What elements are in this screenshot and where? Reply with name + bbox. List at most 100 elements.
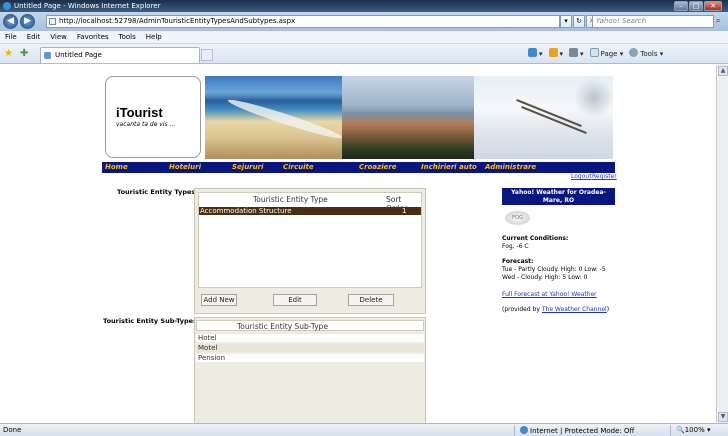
search-input[interactable]: Yahoo! Search xyxy=(592,15,714,28)
menu-favorites[interactable]: Favorites xyxy=(72,31,114,43)
weather-channel-link[interactable]: The Weather Channel xyxy=(542,306,607,313)
page-content: iTourist vacanta ta de vis ... Home Hote… xyxy=(0,65,716,423)
logo-title: iTourist xyxy=(116,105,163,120)
search-icon[interactable]: ⌕ xyxy=(716,15,726,28)
page-menu-icon xyxy=(589,48,599,57)
types-row-order: 1 xyxy=(402,207,407,215)
weather-current-label: Current Conditions: xyxy=(502,235,569,242)
header-image-snow xyxy=(474,76,613,159)
maximize-button[interactable]: □ xyxy=(689,1,703,11)
site-nav-bar: Home Hoteluri Sejururi Circuite Croazier… xyxy=(102,162,615,173)
tab-label: Untitled Page xyxy=(55,51,102,59)
subtypes-col-header: Touristic Entity Sub-Type xyxy=(237,322,329,331)
nav-administrare[interactable]: Administrare xyxy=(485,162,575,173)
back-button[interactable]: ◀ xyxy=(3,14,18,29)
site-logo[interactable]: iTourist vacanta ta de vis ... xyxy=(105,76,201,158)
subtypes-table: Touristic Entity Sub-Type Hotel Motel Pe… xyxy=(196,320,424,420)
subtype-row[interactable]: Motel xyxy=(196,344,424,352)
register-link[interactable]: Register xyxy=(592,173,617,180)
print-button[interactable]: ▾ xyxy=(569,48,584,58)
types-col-type-header: Touristic Entity Type xyxy=(253,195,328,204)
subtype-row[interactable]: Hotel xyxy=(196,334,424,342)
nav-croaziere[interactable]: Croaziere xyxy=(359,162,421,173)
ie-icon xyxy=(3,2,11,10)
full-forecast-link[interactable]: Full Forecast at Yahoo! Weather xyxy=(502,291,597,298)
vertical-scrollbar[interactable]: ▲ ▼ xyxy=(716,65,728,423)
menu-view[interactable]: View xyxy=(45,31,72,43)
tab-untitled-page[interactable]: Untitled Page xyxy=(40,47,200,63)
status-text: Done xyxy=(3,426,22,434)
command-row: ★ ✚ Untitled Page ▾ ▾ ▾ Page ▾ Tools ▾ xyxy=(0,44,728,64)
zoom-value: 100% xyxy=(684,426,705,434)
subtype-row-label: Hotel xyxy=(198,334,217,342)
weather-current-value: Fog, -6 C xyxy=(502,243,529,250)
forward-button[interactable]: ▶ xyxy=(20,14,35,29)
tab-page-icon xyxy=(44,52,51,59)
menu-help[interactable]: Help xyxy=(141,31,167,43)
menu-tools[interactable]: Tools xyxy=(114,31,141,43)
nav-inchirieri-auto[interactable]: Inchirieri auto xyxy=(421,162,485,173)
address-input[interactable]: http://localhost:52798/AdminTouristicEnt… xyxy=(46,15,560,28)
types-row-type: Accommodation Structure xyxy=(200,207,292,215)
close-button[interactable]: ✕ xyxy=(704,1,722,11)
types-panel: Touristic Entity Type Sort Order Accommo… xyxy=(194,188,426,314)
feeds-button[interactable]: ▾ xyxy=(548,48,563,58)
header-image-mountains xyxy=(342,76,474,159)
logout-link[interactable]: Logout xyxy=(571,173,592,180)
page-icon xyxy=(49,18,56,25)
scroll-down-button[interactable]: ▼ xyxy=(718,412,728,422)
new-tab-button[interactable] xyxy=(201,49,213,61)
delete-button[interactable]: Delete xyxy=(348,294,394,306)
cloud-icon: FOG xyxy=(505,211,530,225)
page-menu-button[interactable]: Page ▾ xyxy=(589,48,624,58)
zoom-level[interactable]: 🔍100% ▾ xyxy=(676,426,710,434)
status-bar: Done Internet | Protected Mode: Off 🔍100… xyxy=(0,423,728,436)
scroll-up-button[interactable]: ▲ xyxy=(718,66,728,76)
feeds-icon xyxy=(548,48,558,57)
zoom-icon: 🔍 xyxy=(676,426,685,434)
address-dropdown-button[interactable]: ▾ xyxy=(560,15,572,28)
edit-button[interactable]: Edit xyxy=(273,294,317,306)
weather-forecast-2: Wed - Cloudy. High: 5 Low: 0 xyxy=(502,274,588,281)
nav-circuite[interactable]: Circuite xyxy=(283,162,359,173)
tools-menu-label: Tools ▾ xyxy=(640,50,664,58)
types-table: Touristic Entity Type Sort Order Accommo… xyxy=(198,192,422,288)
globe-icon xyxy=(520,426,528,434)
provided-prefix: (provided by xyxy=(502,306,542,313)
gear-icon xyxy=(629,48,639,57)
title-bar: Untitled Page - Windows Internet Explore… xyxy=(0,0,728,12)
weather-forecast-label: Forecast: xyxy=(502,258,534,265)
subtypes-header: Touristic Entity Sub-Type xyxy=(196,320,424,331)
add-favorites-icon[interactable]: ✚ xyxy=(20,48,28,59)
header-image-beach xyxy=(205,76,342,159)
weather-forecast-1: Tue - Partly Cloudy. High: 0 Low: -5 xyxy=(502,266,606,273)
add-new-button[interactable]: Add New xyxy=(201,294,237,306)
menu-edit[interactable]: Edit xyxy=(22,31,46,43)
subtype-row-label: Motel xyxy=(198,344,218,352)
address-row: ◀ ▶ http://localhost:52798/AdminTouristi… xyxy=(0,12,728,31)
logo-subtitle: vacanta ta de vis ... xyxy=(116,121,176,128)
weather-provided-by: (provided by The Weather Channel) xyxy=(502,306,609,313)
subtype-row-label: Pension xyxy=(198,354,226,362)
refresh-button[interactable]: ↻ xyxy=(573,15,585,28)
favorites-star-icon[interactable]: ★ xyxy=(4,48,13,59)
nav-home[interactable]: Home xyxy=(105,162,169,173)
menu-bar: File Edit View Favorites Tools Help xyxy=(0,31,728,44)
menu-file[interactable]: File xyxy=(0,31,22,43)
subtype-row[interactable]: Pension xyxy=(196,354,424,362)
types-row-selected[interactable]: Accommodation Structure 1 xyxy=(199,207,421,215)
home-icon xyxy=(528,48,537,57)
subtypes-panel: Touristic Entity Sub-Type Hotel Motel Pe… xyxy=(194,317,426,423)
security-zone[interactable]: Internet | Protected Mode: Off xyxy=(520,426,634,435)
nav-hoteluri[interactable]: Hoteluri xyxy=(169,162,232,173)
page-menu-label: Page ▾ xyxy=(600,50,624,58)
minimize-button[interactable]: – xyxy=(674,1,688,11)
types-label: Touristic Entity Types : xyxy=(117,188,201,196)
home-button[interactable]: ▾ xyxy=(528,48,543,58)
tools-menu-button[interactable]: Tools ▾ xyxy=(629,48,663,58)
nav-sejururi[interactable]: Sejururi xyxy=(232,162,283,173)
address-url: http://localhost:52798/AdminTouristicEnt… xyxy=(59,17,296,25)
provided-suffix: ) xyxy=(606,306,610,313)
weather-title: Yahoo! Weather for Oradea-Mare, RO xyxy=(502,188,615,205)
subtypes-label: Touristic Entity Sub-Types : xyxy=(103,317,202,325)
